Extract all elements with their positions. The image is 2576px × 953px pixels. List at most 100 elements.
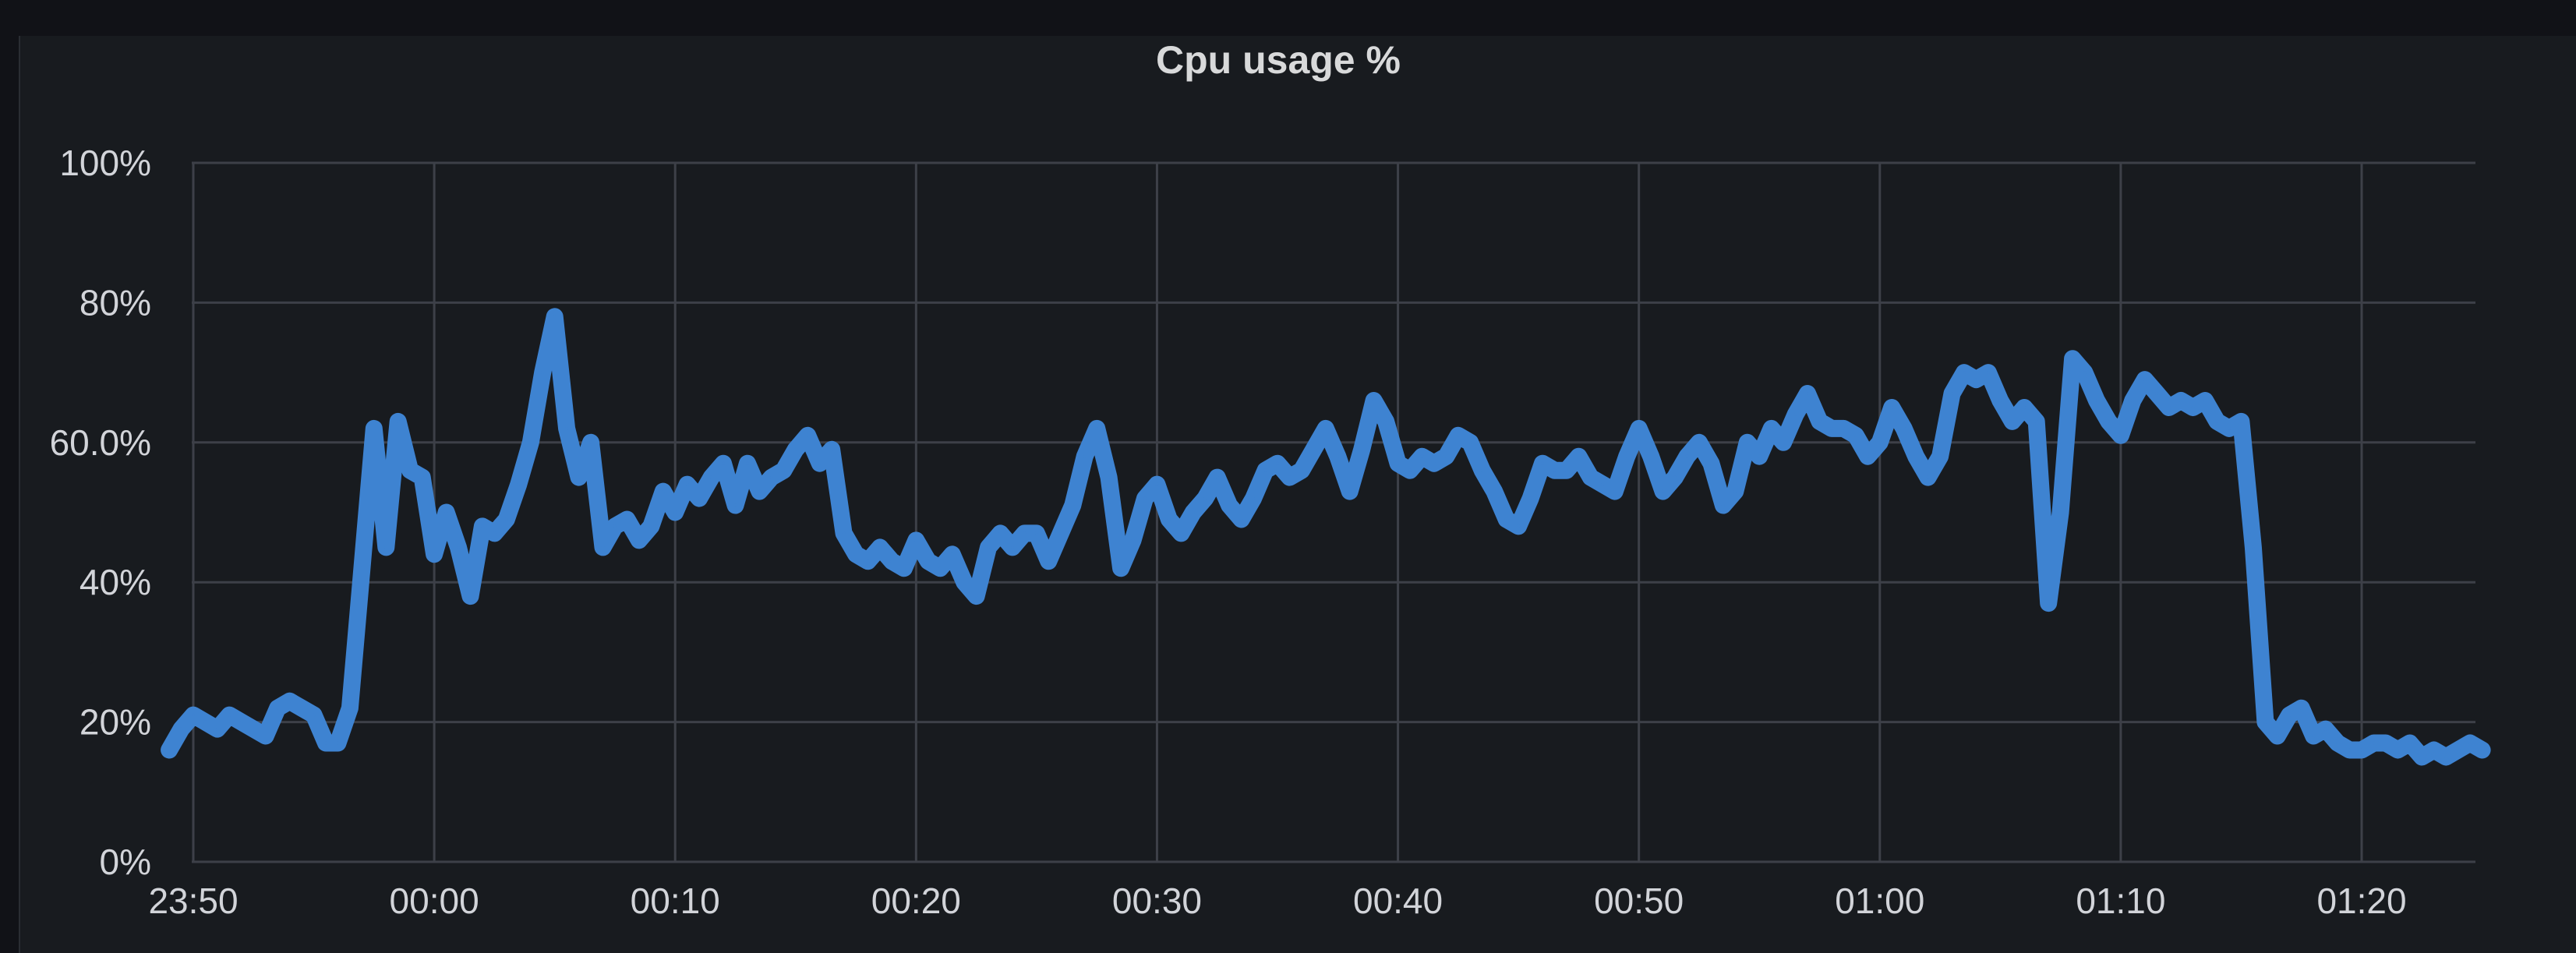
- data-point: [1842, 426, 1846, 430]
- data-point: [1963, 371, 1966, 375]
- data-point: [444, 510, 448, 514]
- data-point: [312, 713, 316, 717]
- data-point: [625, 517, 629, 521]
- data-point: [1408, 468, 1412, 472]
- data-point: [963, 581, 966, 584]
- data-point: [1697, 440, 1701, 444]
- data-point: [504, 517, 508, 521]
- grid: [192, 161, 2475, 863]
- data-point: [1071, 503, 1075, 507]
- data-point: [1131, 538, 1135, 542]
- data-point: [1504, 517, 1508, 521]
- data-point: [203, 720, 207, 724]
- data-point: [348, 706, 352, 710]
- data-point: [1974, 378, 1978, 382]
- data-point: [2312, 734, 2316, 738]
- data-point: [758, 489, 761, 493]
- data-point: [1758, 454, 1762, 458]
- data-point: [2408, 741, 2412, 745]
- data-point: [1950, 392, 1954, 395]
- data-point: [1830, 426, 1833, 430]
- data-point: [2348, 748, 2352, 752]
- data-point: [2263, 720, 2267, 724]
- data-point: [2023, 406, 2027, 409]
- data-point: [2107, 419, 2111, 423]
- data-point: [1432, 461, 1436, 465]
- data-point: [1793, 412, 1797, 416]
- data-point: [215, 727, 219, 731]
- data-point: [457, 545, 460, 549]
- data-point: [1456, 433, 1460, 437]
- data-point: [793, 447, 797, 451]
- data-point: [2396, 748, 2400, 752]
- data-point: [517, 482, 521, 486]
- data-point: [1107, 475, 1111, 479]
- data-point: [1047, 559, 1051, 563]
- data-point: [733, 503, 737, 507]
- data-point: [1553, 468, 1557, 472]
- data-point: [1276, 461, 1279, 465]
- data-point: [228, 713, 231, 717]
- data-point: [1914, 454, 1918, 458]
- data-point: [577, 475, 581, 479]
- data-point: [1058, 531, 1062, 535]
- data-point: [2071, 357, 2075, 361]
- data-point: [300, 706, 304, 710]
- data-point: [1721, 503, 1725, 507]
- data-point: [2360, 748, 2363, 752]
- data-point: [2034, 419, 2038, 423]
- data-point: [1263, 468, 1267, 472]
- data-point: [1228, 503, 1231, 507]
- data-point: [1926, 475, 1930, 479]
- data-point: [2155, 392, 2159, 395]
- data-point: [408, 468, 412, 472]
- data-point: [685, 482, 689, 486]
- data-point: [2444, 755, 2448, 759]
- data-point: [1733, 489, 1737, 493]
- data-point: [1155, 482, 1159, 486]
- data-point: [396, 419, 400, 423]
- data-point: [1119, 567, 1123, 570]
- data-point: [2167, 406, 2171, 409]
- data-point: [950, 552, 954, 556]
- data-point: [1986, 371, 1990, 375]
- data-point: [1420, 454, 1424, 458]
- data-point: [722, 461, 725, 465]
- x-tick-label: 01:00: [1835, 881, 1924, 921]
- data-point: [239, 720, 243, 724]
- cpu-usage-chart: Cpu usage % 0% 20% 40% 60.0% 80% 100% 23:50 00…: [50, 38, 2491, 921]
- data-point: [746, 461, 749, 465]
- data-point: [589, 440, 592, 444]
- data-point: [1143, 496, 1147, 500]
- y-tick-label: 80%: [80, 282, 151, 323]
- data-point: [1998, 399, 2002, 402]
- data-point: [649, 524, 653, 528]
- data-point: [1444, 454, 1448, 458]
- y-tick-label: 100%: [59, 143, 151, 183]
- data-point: [2191, 406, 2195, 409]
- data-point: [673, 510, 677, 514]
- data-point: [1384, 419, 1388, 423]
- data-point: [565, 426, 569, 430]
- data-point: [1323, 426, 1327, 430]
- data-point: [601, 545, 605, 549]
- data-point: [480, 524, 484, 528]
- data-point: [902, 567, 906, 570]
- data-point: [179, 727, 183, 731]
- data-point: [1348, 489, 1352, 493]
- data-point: [1203, 496, 1207, 500]
- data-point: [433, 552, 436, 556]
- data-point: [2323, 727, 2327, 731]
- data-point: [890, 559, 894, 563]
- x-tick-label: 00:20: [871, 881, 961, 921]
- data-point: [842, 531, 846, 535]
- data-point: [2336, 741, 2340, 745]
- data-point: [2010, 419, 2014, 423]
- data-point: [2468, 741, 2472, 745]
- data-point: [1493, 489, 1496, 493]
- data-point: [987, 545, 991, 549]
- data-point: [866, 559, 870, 563]
- data-point: [2143, 378, 2147, 382]
- data-point: [2372, 741, 2376, 745]
- data-point: [1878, 440, 1882, 444]
